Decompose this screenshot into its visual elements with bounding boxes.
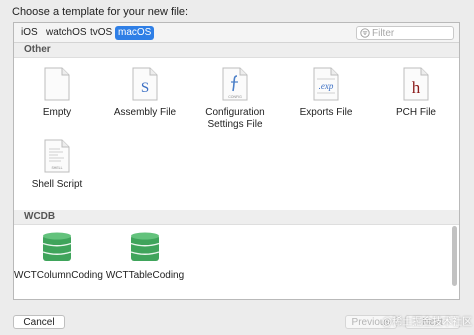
database-icon (42, 232, 72, 261)
template-label: Assembly File (113, 107, 177, 118)
tab-ios[interactable]: iOS (18, 26, 41, 40)
filter-input[interactable] (372, 27, 450, 39)
database-icon (130, 232, 160, 261)
filter-icon (360, 28, 370, 38)
section-title: Other (24, 44, 51, 55)
template-exports-file[interactable]: .exp Exports File (283, 67, 369, 119)
template-label: Configuration Settings File (205, 107, 265, 130)
tab-tvos[interactable]: tvOS (87, 26, 115, 40)
template-label: WCTColumnCoding (14, 270, 103, 281)
config-file-icon: CONFIG (222, 67, 248, 101)
icon-glyph: CONFIG (228, 95, 242, 99)
blank-document-icon (44, 67, 70, 101)
template-wctcolumncoding[interactable]: WCTColumnCoding (14, 232, 103, 282)
assembly-file-icon: S (132, 67, 158, 101)
filter-field[interactable] (356, 26, 454, 40)
shell-script-icon: SHELL (44, 139, 70, 173)
tab-macos[interactable]: macOS (115, 26, 155, 40)
section-header-wcdb: WCDB (14, 210, 459, 225)
template-wcttablecoding[interactable]: WCTTableCoding (102, 232, 188, 282)
template-label: Shell Script (31, 179, 83, 190)
vertical-scrollbar[interactable] (452, 226, 457, 286)
template-label: WCTTableCoding (105, 270, 185, 281)
tab-watchos[interactable]: watchOS (43, 26, 90, 40)
exports-file-icon: .exp (313, 67, 339, 101)
section-title: WCDB (24, 211, 56, 222)
section-header-other: Other (14, 43, 459, 58)
icon-glyph: .exp (319, 81, 334, 91)
template-assembly-file[interactable]: S Assembly File (102, 67, 188, 119)
template-empty[interactable]: Empty (14, 67, 100, 119)
template-browser: iOS watchOS tvOS macOS Other Empty S (13, 22, 460, 300)
pch-file-icon: h (403, 67, 429, 101)
template-label: Exports File (299, 107, 353, 118)
template-configuration-settings-file[interactable]: CONFIG Configuration Settings File (192, 67, 278, 131)
cancel-button[interactable]: Cancel (13, 315, 65, 329)
watermark: @稀土掘金技术社区 (382, 317, 473, 328)
template-label: PCH File (395, 107, 436, 118)
icon-glyph: SHELL (51, 166, 62, 170)
icon-glyph: h (412, 78, 421, 97)
template-label: Empty (42, 107, 72, 118)
template-shell-script[interactable]: SHELL Shell Script (14, 139, 100, 191)
platform-tab-bar: iOS watchOS tvOS macOS (14, 23, 459, 43)
dialog-title: Choose a template for your new file: (12, 6, 189, 18)
icon-glyph: S (141, 80, 149, 96)
template-pch-file[interactable]: h PCH File (373, 67, 459, 119)
